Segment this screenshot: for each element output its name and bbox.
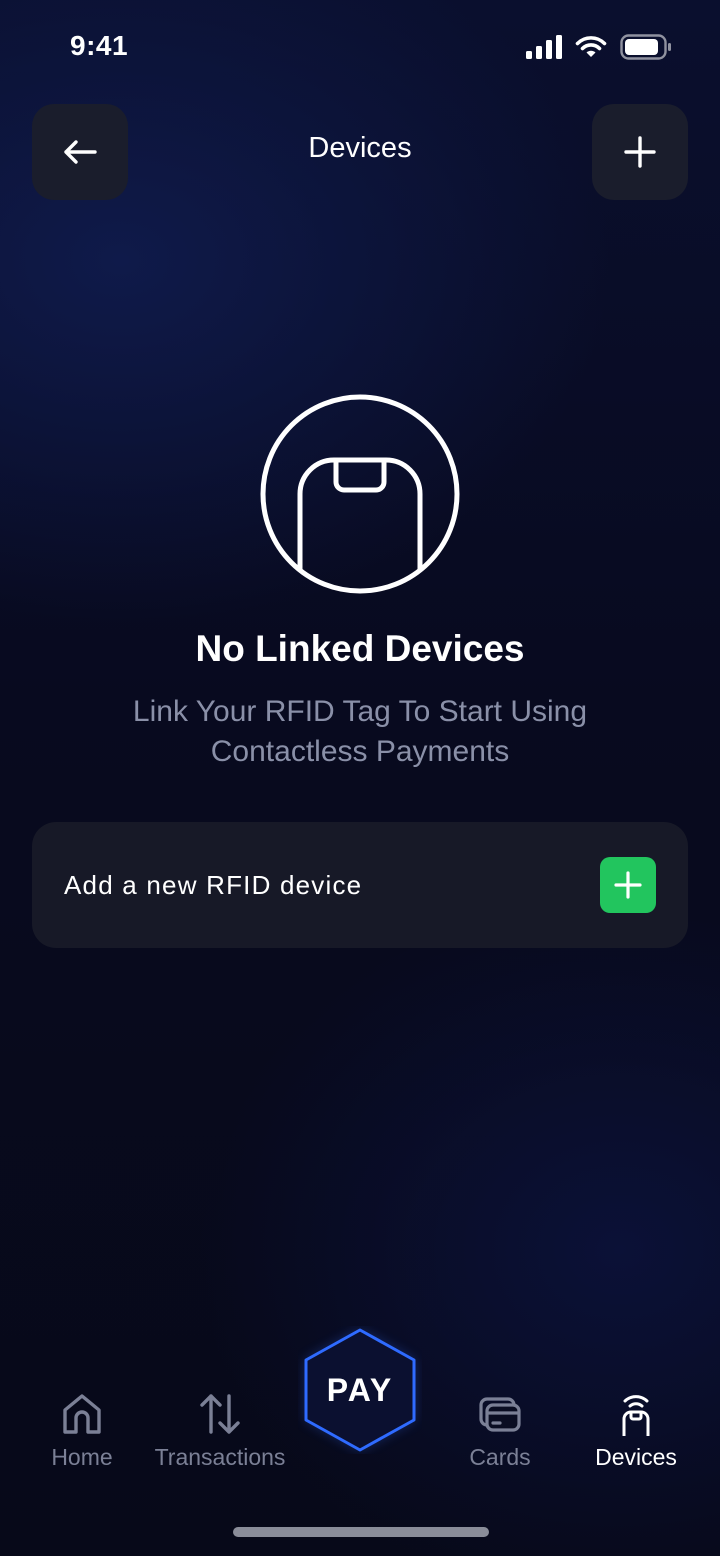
empty-state-description: Link Your RFID Tag To Start Using Contac…: [80, 692, 640, 772]
transfer-arrows-icon: [200, 1394, 240, 1434]
home-indicator: [233, 1527, 489, 1537]
plus-icon: [614, 871, 642, 899]
add-rfid-device-button[interactable]: [600, 857, 656, 913]
status-time: 9:41: [70, 30, 129, 61]
empty-state-title: No Linked Devices: [195, 628, 525, 669]
nav-transactions[interactable]: Transactions: [145, 1392, 295, 1471]
empty-state-line-1: Link Your RFID Tag To Start Using: [132, 695, 588, 728]
home-icon: [63, 1394, 101, 1434]
nav-cards-label: Cards: [469, 1444, 531, 1470]
nav-transactions-label: Transactions: [154, 1444, 286, 1470]
cellular-signal-icon: [526, 35, 562, 59]
nav-home[interactable]: Home: [7, 1392, 157, 1471]
rfid-tag-icon: [260, 394, 460, 594]
add-rfid-device-label: Add a new RFID device: [64, 869, 363, 900]
wifi-icon: [575, 36, 607, 57]
plus-icon: [624, 136, 656, 168]
card-icon: [479, 1397, 521, 1432]
pay-button-label: PAY: [326, 1371, 394, 1408]
add-rfid-device-card[interactable]: Add a new RFID device: [32, 822, 688, 948]
nav-cards[interactable]: Cards: [425, 1392, 575, 1471]
pay-button[interactable]: PAY: [298, 1326, 422, 1454]
nav-devices[interactable]: Devices: [561, 1392, 711, 1471]
rfid-device-icon: [622, 1395, 650, 1436]
battery-icon: [620, 34, 671, 60]
status-icons: [526, 34, 672, 60]
empty-state-line-2: Contactless Payments: [210, 735, 510, 768]
add-device-header-button[interactable]: [592, 104, 688, 200]
nav-devices-label: Devices: [595, 1444, 677, 1470]
nav-home-label: Home: [51, 1444, 113, 1470]
